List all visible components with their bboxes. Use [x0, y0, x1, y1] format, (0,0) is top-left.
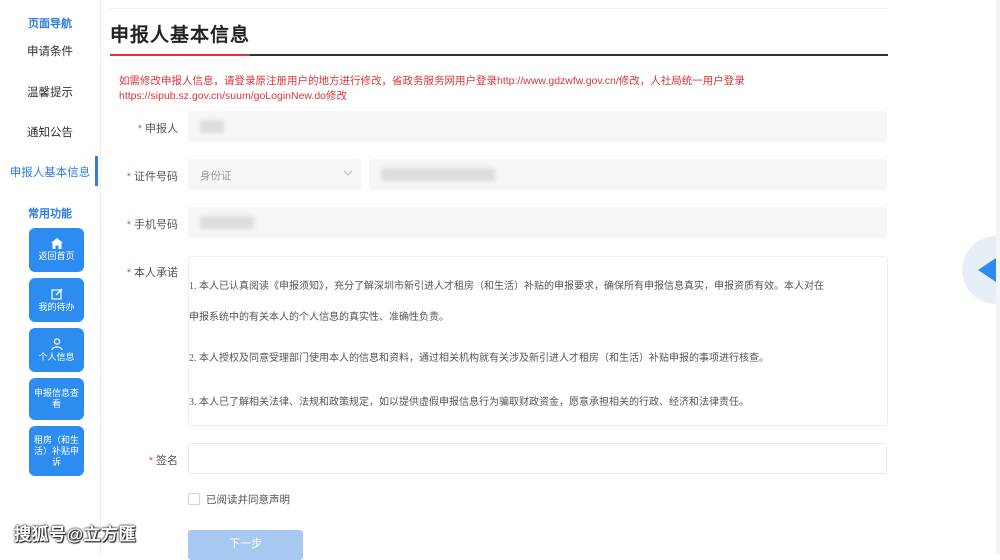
top-divider	[110, 8, 888, 9]
agree-label: 已阅读并同意声明	[206, 494, 290, 506]
redacted-value	[200, 120, 224, 133]
required-mark: *	[126, 171, 131, 183]
view-application-button-label: 申报信息查看	[33, 388, 79, 409]
pledge-item-1: 1. 本人已认真阅读《申报须知》，充分了解深圳市新引进人才租房（和生活）补贴的申…	[189, 281, 824, 292]
watermark: 搜狐号@立方匯	[14, 525, 137, 544]
nav-functions-title: 常用功能	[28, 208, 72, 220]
pledge-item-1-cont: 申报系统中的有关本人的个人信息的真实性、准确性负责。	[189, 312, 449, 323]
id-number-label-text: 证件号码	[134, 171, 178, 183]
todo-button-label: 我的待办	[38, 301, 75, 312]
user-icon	[50, 337, 63, 350]
phone-label-text: 手机号码	[134, 219, 178, 231]
phone-label: * 手机号码	[110, 216, 178, 232]
notice-text: 如需修改申报人信息，请登录原注册用户的地方进行修改，省政务服务网用户登录http…	[119, 74, 839, 104]
caret-left-icon	[978, 258, 996, 282]
pledge-item-3: 3. 本人已了解相关法律、法规和政策规定，如以提供虚假申报信息行为骗取财政资金，…	[189, 397, 749, 408]
side-panel-toggle[interactable]	[962, 236, 1000, 304]
home-button[interactable]: 返回首页	[29, 228, 84, 272]
id-type-select[interactable]: 身份证	[188, 159, 361, 190]
required-mark: *	[126, 267, 131, 279]
pledge-label-text: 本人承诺	[134, 267, 178, 279]
applicant-label-text: 申报人	[145, 123, 178, 135]
home-icon	[50, 238, 63, 249]
personal-info-button-label: 个人信息	[38, 351, 75, 362]
signature-label-text: 签名	[156, 455, 178, 467]
chevron-down-icon	[343, 170, 353, 176]
applicant-field[interactable]	[188, 111, 887, 142]
notice-line-2: https://sipub.sz.gov.cn/suum/goLoginNew.…	[119, 90, 348, 102]
appeal-button-label: 租房（和生活）补贴申诉	[33, 434, 79, 467]
side-navigation: 页面导航 申请条件 温馨提示 通知公告 申报人基本信息 常用功能 返回首页 我的…	[0, 0, 101, 555]
nav-item-applicant-info[interactable]: 申报人基本信息	[0, 156, 100, 186]
required-mark: *	[137, 123, 142, 135]
nav-item-announcements[interactable]: 通知公告	[0, 124, 100, 140]
personal-info-button[interactable]: 个人信息	[29, 328, 84, 372]
id-type-value: 身份证	[200, 170, 232, 182]
next-button[interactable]: 下一步	[188, 530, 303, 560]
notice-line-1: 如需修改申报人信息，请登录原注册用户的地方进行修改，省政务服务网用户登录http…	[119, 75, 745, 87]
home-button-label: 返回首页	[38, 251, 75, 261]
required-mark: *	[126, 219, 131, 231]
title-underline-accent	[110, 54, 250, 56]
pledge-label: * 本人承诺	[110, 264, 178, 280]
page-title: 申报人基本信息	[110, 25, 251, 46]
pledge-item-2: 2. 本人授权及同意受理部门使用本人的信息和资料，通过相关机构就有关涉及新引进人…	[189, 353, 769, 364]
signature-label: * 签名	[110, 452, 178, 468]
nav-section-title: 页面导航	[28, 18, 72, 30]
redacted-value	[381, 168, 495, 181]
nav-item-conditions[interactable]: 申请条件	[0, 43, 100, 59]
nav-item-applicant-info-label: 申报人基本信息	[9, 167, 91, 179]
id-number-label: * 证件号码	[110, 168, 178, 184]
edit-icon	[50, 288, 62, 300]
scrollbar[interactable]	[996, 0, 1000, 555]
agree-checkbox[interactable]	[188, 493, 200, 505]
nav-item-tips[interactable]: 温馨提示	[0, 84, 100, 100]
required-mark: *	[148, 455, 153, 467]
applicant-label: * 申报人	[110, 120, 178, 136]
appeal-button[interactable]: 租房（和生活）补贴申诉	[29, 426, 84, 476]
todo-button[interactable]: 我的待办	[29, 278, 84, 322]
signature-input[interactable]	[188, 443, 887, 474]
phone-field[interactable]	[188, 207, 887, 238]
id-number-field[interactable]	[369, 159, 887, 190]
view-application-button[interactable]: 申报信息查看	[29, 378, 84, 420]
pledge-text-box: 1. 本人已认真阅读《申报须知》，充分了解深圳市新引进人才租房（和生活）补贴的申…	[188, 256, 888, 426]
active-indicator	[95, 156, 98, 186]
redacted-value	[200, 216, 254, 229]
